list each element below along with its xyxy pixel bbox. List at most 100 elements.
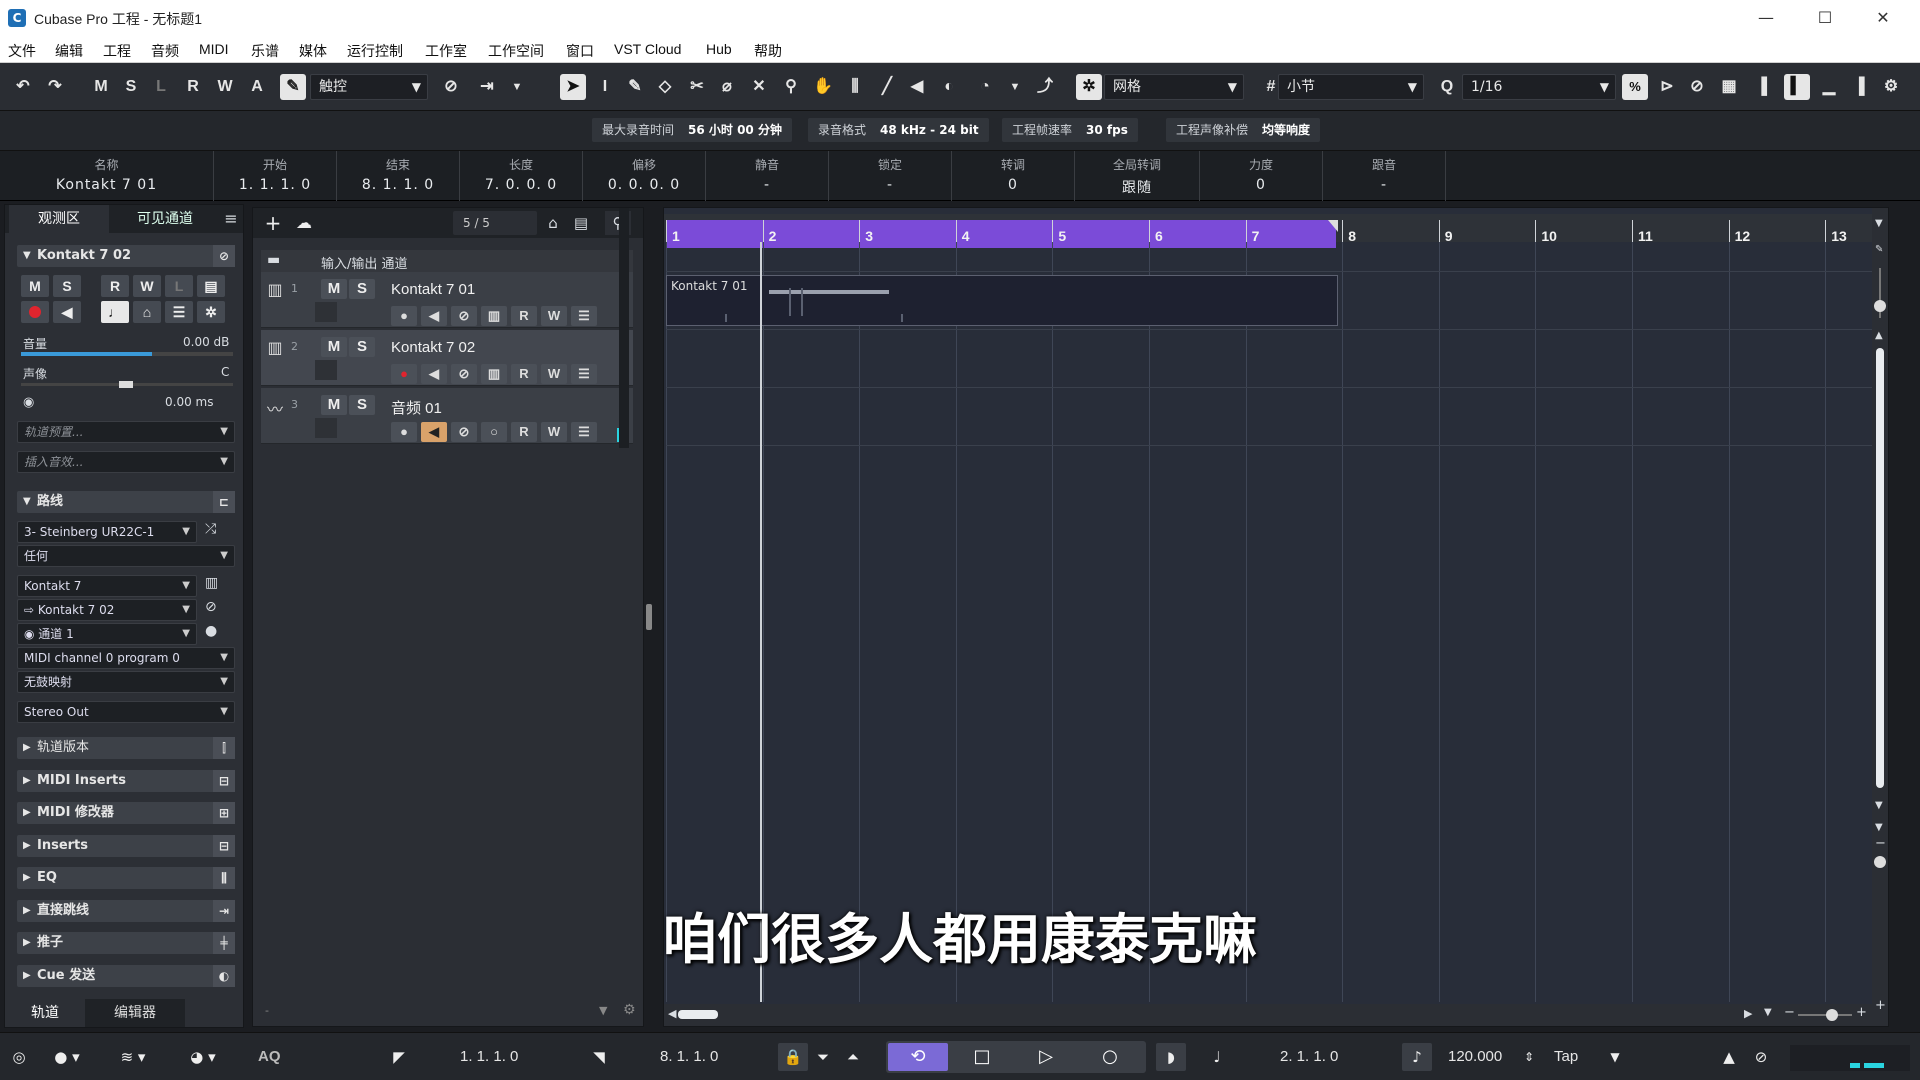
- track-list-scroll-down-icon[interactable]: ▼: [599, 1004, 607, 1017]
- info-offset[interactable]: 偏移 0. 0. 0. 0: [583, 151, 706, 201]
- info-velocity[interactable]: 力度 0: [1200, 151, 1323, 201]
- track-lanes-icon[interactable]: ☰: [571, 422, 597, 442]
- zoom-tool-icon[interactable]: ⚲: [778, 74, 804, 100]
- info-length[interactable]: 长度 7. 0. 0. 0: [460, 151, 583, 201]
- tab-track[interactable]: 轨道: [5, 999, 85, 1027]
- write-state-button[interactable]: W: [212, 74, 238, 100]
- track-monitor-icon[interactable]: ◀: [421, 422, 447, 442]
- grid-type-dropdown[interactable]: 小节 ▼: [1278, 74, 1424, 100]
- left-locator-icon[interactable]: ◤: [384, 1043, 414, 1071]
- pan-slider[interactable]: [21, 381, 233, 388]
- info-name[interactable]: 名称 Kontakt 7 01: [0, 151, 214, 201]
- play-tool-icon[interactable]: ◀: [904, 74, 930, 100]
- scroll-top-icon[interactable]: ▲: [1875, 330, 1883, 341]
- midi-input-channel-dropdown[interactable]: 任何 ▼: [17, 545, 235, 567]
- read-state-button[interactable]: R: [180, 74, 206, 100]
- tap-tempo-button[interactable]: Tap: [1554, 1043, 1578, 1071]
- info-lock[interactable]: 锁定 -: [829, 151, 952, 201]
- inspector-freeze-icon[interactable]: ✲: [197, 301, 225, 323]
- track-color-swatch[interactable]: [315, 418, 337, 438]
- redo-icon[interactable]: ↷: [42, 74, 68, 100]
- quantize-apply-icon[interactable]: ⊳: [1654, 74, 1680, 100]
- horizontal-zoom-slider[interactable]: [1798, 1014, 1852, 1016]
- section-inserts[interactable]: ▶ Inserts ⊟: [17, 835, 235, 857]
- volume-fader[interactable]: [21, 352, 233, 356]
- track-mute-button[interactable]: M: [321, 279, 347, 299]
- program-dropdown[interactable]: MIDI channel 0 program 0 ▼: [17, 647, 235, 669]
- autoscroll-icon[interactable]: ⇥: [474, 74, 500, 100]
- glue-tool-icon[interactable]: ⌀: [714, 74, 740, 100]
- scroll-up-icon[interactable]: ▼: [1875, 218, 1883, 229]
- mute-state-button[interactable]: M: [88, 74, 114, 100]
- setup-window-icon[interactable]: ⚙: [1878, 74, 1904, 100]
- track-edit-icon[interactable]: ⊘: [451, 422, 477, 442]
- automation-mode-dropdown[interactable]: 触控 ▼: [310, 74, 428, 100]
- zoom-presets-icon[interactable]: ▼: [1764, 1007, 1772, 1018]
- minimize-button[interactable]: —: [1743, 4, 1789, 32]
- track-read-button[interactable]: R: [511, 364, 537, 384]
- track-color-swatch[interactable]: [315, 360, 337, 380]
- visible-tracks-count[interactable]: 5 / 5: [453, 211, 537, 235]
- tab-editor[interactable]: 编辑器: [85, 999, 185, 1027]
- record-mode-icon[interactable]: ● ▾: [42, 1043, 92, 1071]
- iterative-quantize-icon[interactable]: %: [1622, 74, 1648, 100]
- scroll-right-icon[interactable]: ▶: [1744, 1007, 1752, 1020]
- line-tool-icon[interactable]: ╱: [874, 74, 900, 100]
- zoom-in-icon[interactable]: +: [1856, 1005, 1867, 1020]
- menu-help[interactable]: 帮助: [754, 41, 782, 61]
- snap-type-dropdown[interactable]: 网格 ▼: [1104, 74, 1244, 100]
- track-color-swatch[interactable]: [315, 302, 337, 322]
- output-edit-icon[interactable]: ⊘: [205, 599, 217, 615]
- horizontal-scroll-thumb[interactable]: [678, 1010, 718, 1019]
- audio-output-dropdown[interactable]: Stereo Out ▼: [17, 701, 235, 723]
- pan-value[interactable]: C: [221, 365, 229, 379]
- performance-meter-icon[interactable]: ◎: [4, 1043, 34, 1071]
- menu-edit[interactable]: 编辑: [55, 41, 83, 61]
- tab-visibility[interactable]: 可见通道: [111, 205, 219, 233]
- track-read-button[interactable]: R: [511, 306, 537, 326]
- track-freeze-icon[interactable]: ○: [481, 422, 507, 442]
- section-midi-inserts[interactable]: ▶ MIDI Inserts ⊟: [17, 770, 235, 792]
- right-zone-icon[interactable]: ▐: [1846, 74, 1872, 100]
- inspector-zone-icon[interactable]: ▍: [1784, 74, 1810, 100]
- menu-transport[interactable]: 运行控制: [347, 41, 403, 61]
- color-tool-icon[interactable]: ◐: [936, 74, 962, 100]
- project-cursor[interactable]: [760, 242, 762, 1002]
- range-tool-icon[interactable]: I: [592, 74, 618, 100]
- undo-icon[interactable]: ↶: [10, 74, 36, 100]
- zoom-in-vertical-icon[interactable]: +: [1875, 998, 1886, 1013]
- info-mute[interactable]: 静音 -: [706, 151, 829, 201]
- info-transpose[interactable]: 转调 0: [952, 151, 1075, 201]
- track-record-button[interactable]: ●: [391, 364, 417, 384]
- track-solo-button[interactable]: S: [349, 279, 375, 299]
- play-button-icon[interactable]: ▷: [1016, 1043, 1076, 1071]
- track-name[interactable]: Kontakt 7 01: [391, 281, 475, 298]
- pre-roll-icon[interactable]: ◗: [1156, 1043, 1186, 1071]
- inspector-editor-icon[interactable]: ▤: [197, 275, 225, 297]
- midi-input-dropdown[interactable]: 3- Steinberg UR22C-1 ▼: [17, 521, 197, 543]
- track-write-button[interactable]: W: [541, 364, 567, 384]
- midi-part-event[interactable]: Kontakt 7 01: [666, 275, 1338, 326]
- constrain-delay-icon[interactable]: ⊘: [438, 74, 464, 100]
- inspector-lock-icon[interactable]: ⌂: [133, 301, 161, 323]
- edit-pencil-icon[interactable]: ✎: [1875, 244, 1883, 255]
- horizontal-zoom-handle[interactable]: [1826, 1009, 1838, 1021]
- insert-preset-field[interactable]: 插入音效... ▼: [17, 451, 235, 473]
- track-presets-icon[interactable]: ⌂: [541, 211, 565, 235]
- track-row[interactable]: ▥ 2 M S Kontakt 7 02 ● ◀ ⊘ ▥ R W ☰: [261, 330, 633, 386]
- stop-button-icon[interactable]: □: [952, 1043, 1012, 1071]
- sync-status-icon[interactable]: ⊘: [1746, 1043, 1776, 1071]
- color-menu-icon[interactable]: ◔: [972, 74, 998, 100]
- right-locator-marker[interactable]: [1328, 220, 1338, 232]
- section-midi-modifiers[interactable]: ▶ MIDI 修改器 ⊞: [17, 802, 235, 824]
- track-name[interactable]: 音频 01: [391, 397, 442, 418]
- quantize-dropdown[interactable]: 1/16 ▼: [1462, 74, 1616, 100]
- edit-instrument-icon[interactable]: ⊘: [213, 245, 235, 267]
- lower-zone-icon[interactable]: ▁: [1816, 74, 1842, 100]
- vertical-zoom-handle[interactable]: [1874, 300, 1886, 312]
- keyboard-icon[interactable]: ▦: [1716, 74, 1742, 100]
- punch-in-icon[interactable]: ⏷: [808, 1043, 838, 1071]
- menu-project[interactable]: 工程: [103, 41, 131, 61]
- mute-tool-icon[interactable]: ✕: [746, 74, 772, 100]
- object-selection-tool-icon[interactable]: ➤: [560, 74, 586, 100]
